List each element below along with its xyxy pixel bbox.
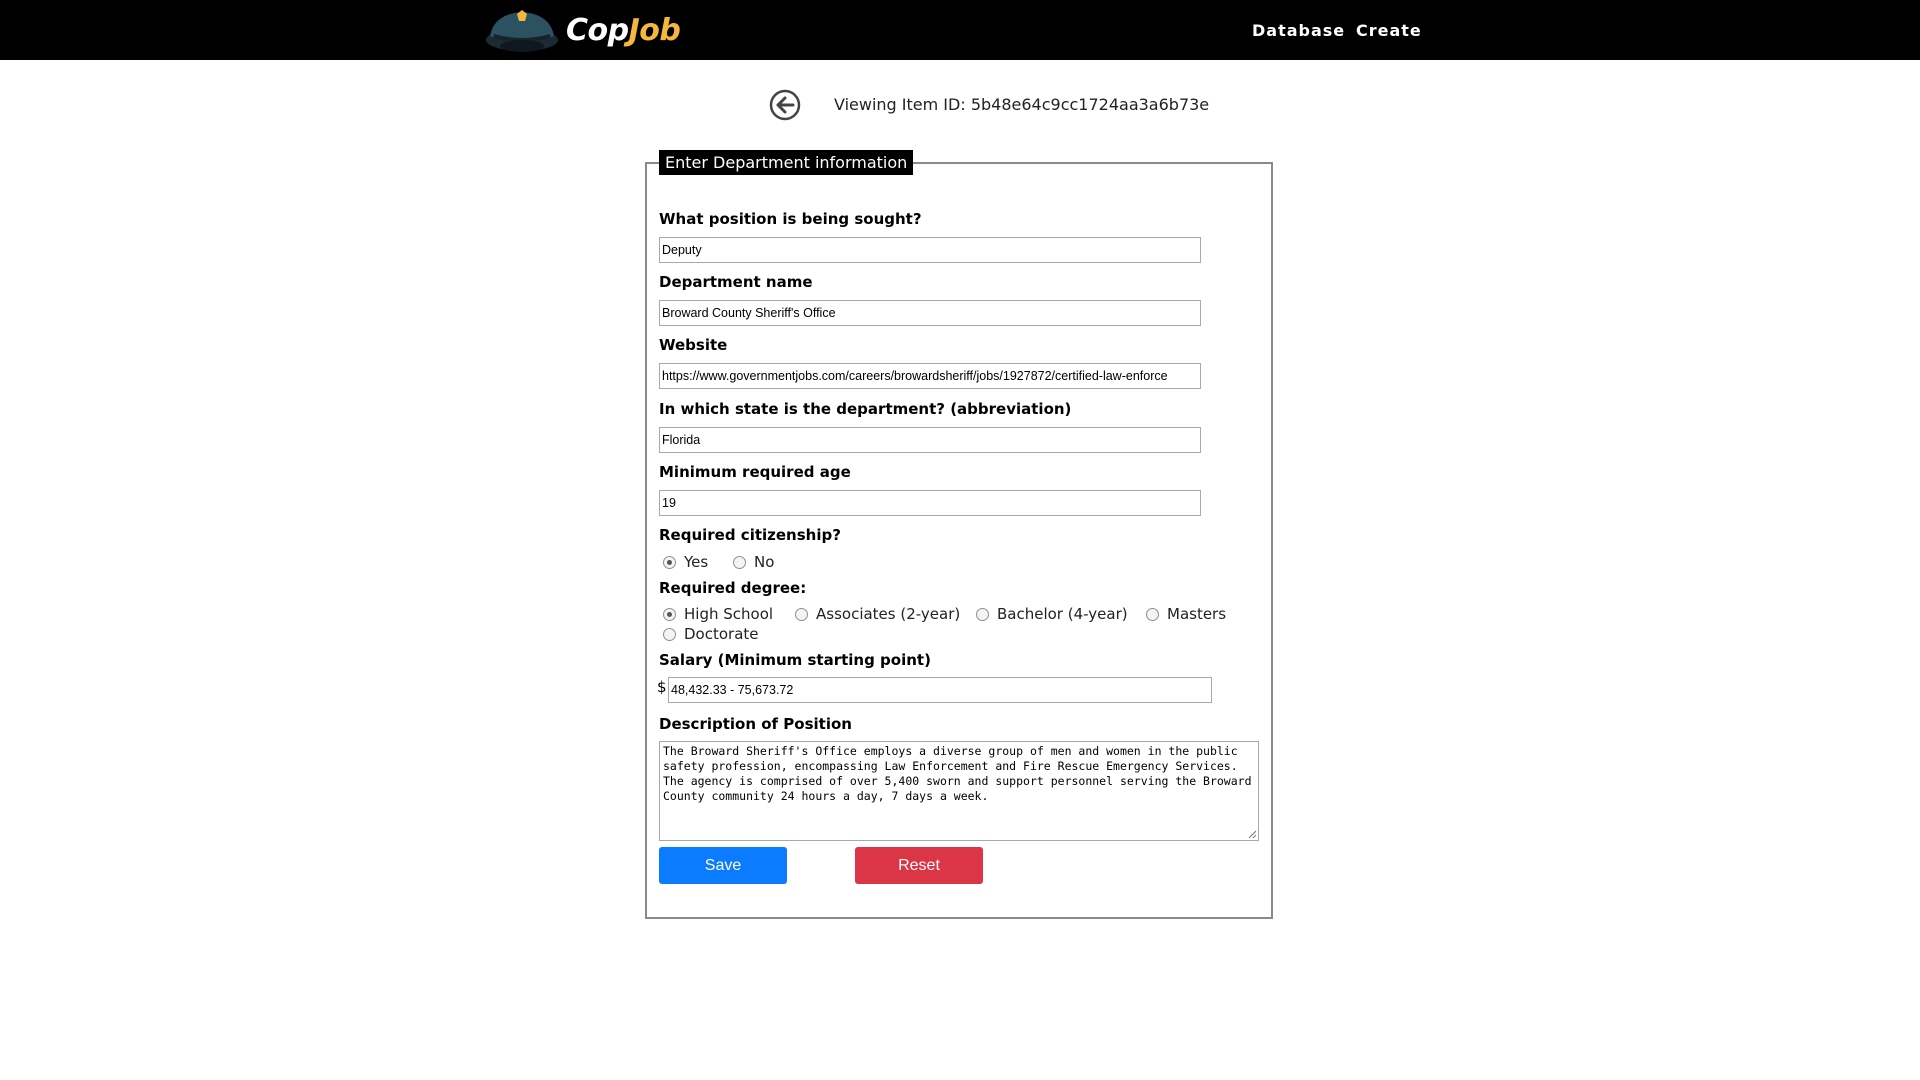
radio-circle[interactable] [1146, 607, 1159, 621]
radio-circle[interactable] [795, 607, 808, 621]
degree-bachelor-radio[interactable]: Bachelor (4-year) [976, 605, 1128, 623]
radio-label: Bachelor (4-year) [997, 605, 1128, 623]
radio-circle[interactable] [733, 555, 746, 569]
state-input[interactable]: Florida [659, 427, 1201, 453]
website-label: Website [659, 336, 728, 354]
age-input[interactable]: 19 [659, 490, 1201, 516]
salary-label: Salary (Minimum starting point) [659, 651, 931, 669]
degree-doctorate-radio[interactable]: Doctorate [663, 625, 759, 643]
age-label: Minimum required age [659, 463, 851, 481]
currency-symbol: $ [657, 678, 667, 696]
radio-label: Associates (2-year) [816, 605, 961, 623]
radio-label: Doctorate [684, 625, 759, 643]
radio-circle[interactable] [976, 607, 989, 621]
radio-circle[interactable] [663, 607, 676, 621]
nav-database-link[interactable]: Database [1252, 0, 1345, 60]
degree-masters-radio[interactable]: Masters [1146, 605, 1226, 623]
degree-associates-radio[interactable]: Associates (2-year) [795, 605, 960, 623]
description-label: Description of Position [659, 715, 852, 733]
brand-name: CopJob [566, 12, 681, 48]
radio-label: No [754, 553, 775, 571]
brand-job-text: Job [628, 12, 681, 48]
radio-label: High School [684, 605, 774, 623]
save-button[interactable]: Save [659, 847, 787, 884]
resize-grip-icon[interactable] [1247, 829, 1257, 839]
citizenship-label: Required citizenship? [659, 526, 841, 544]
position-input[interactable]: Deputy [659, 237, 1201, 263]
department-input[interactable]: Broward County Sheriff's Office [659, 300, 1201, 326]
radio-circle[interactable] [663, 627, 676, 641]
back-arrow-circle-icon[interactable] [769, 89, 801, 121]
radio-label: Yes [684, 553, 709, 571]
citizenship-no-radio[interactable]: No [733, 553, 774, 571]
viewing-item-id: Viewing Item ID: 5b48e64c9cc1724aa3a6b73… [834, 95, 1210, 114]
degree-high-school-radio[interactable]: High School [663, 605, 773, 623]
police-cap-icon [486, 10, 558, 52]
degree-label: Required degree: [659, 579, 807, 597]
citizenship-yes-radio[interactable]: Yes [663, 553, 708, 571]
position-label: What position is being sought? [659, 210, 922, 228]
description-textarea[interactable]: The Broward Sheriff's Office employs a d… [659, 741, 1259, 841]
reset-button[interactable]: Reset [855, 847, 983, 884]
state-label: In which state is the department? (abbre… [659, 400, 1072, 418]
description-text: The Broward Sheriff's Office employs a d… [663, 744, 1252, 803]
website-input[interactable]: https://www.governmentjobs.com/careers/b… [659, 363, 1201, 389]
top-navbar: CopJob Database Create [0, 0, 1920, 60]
department-label: Department name [659, 273, 813, 291]
radio-circle[interactable] [663, 555, 676, 569]
nav-create-link[interactable]: Create [1356, 0, 1422, 60]
salary-input[interactable]: 48,432.33 - 75,673.72 [668, 677, 1212, 703]
brand-logo-link[interactable]: CopJob [484, 4, 681, 56]
form-legend: Enter Department information [659, 150, 914, 175]
radio-label: Masters [1167, 605, 1227, 623]
brand-cop-text: Cop [566, 12, 629, 48]
